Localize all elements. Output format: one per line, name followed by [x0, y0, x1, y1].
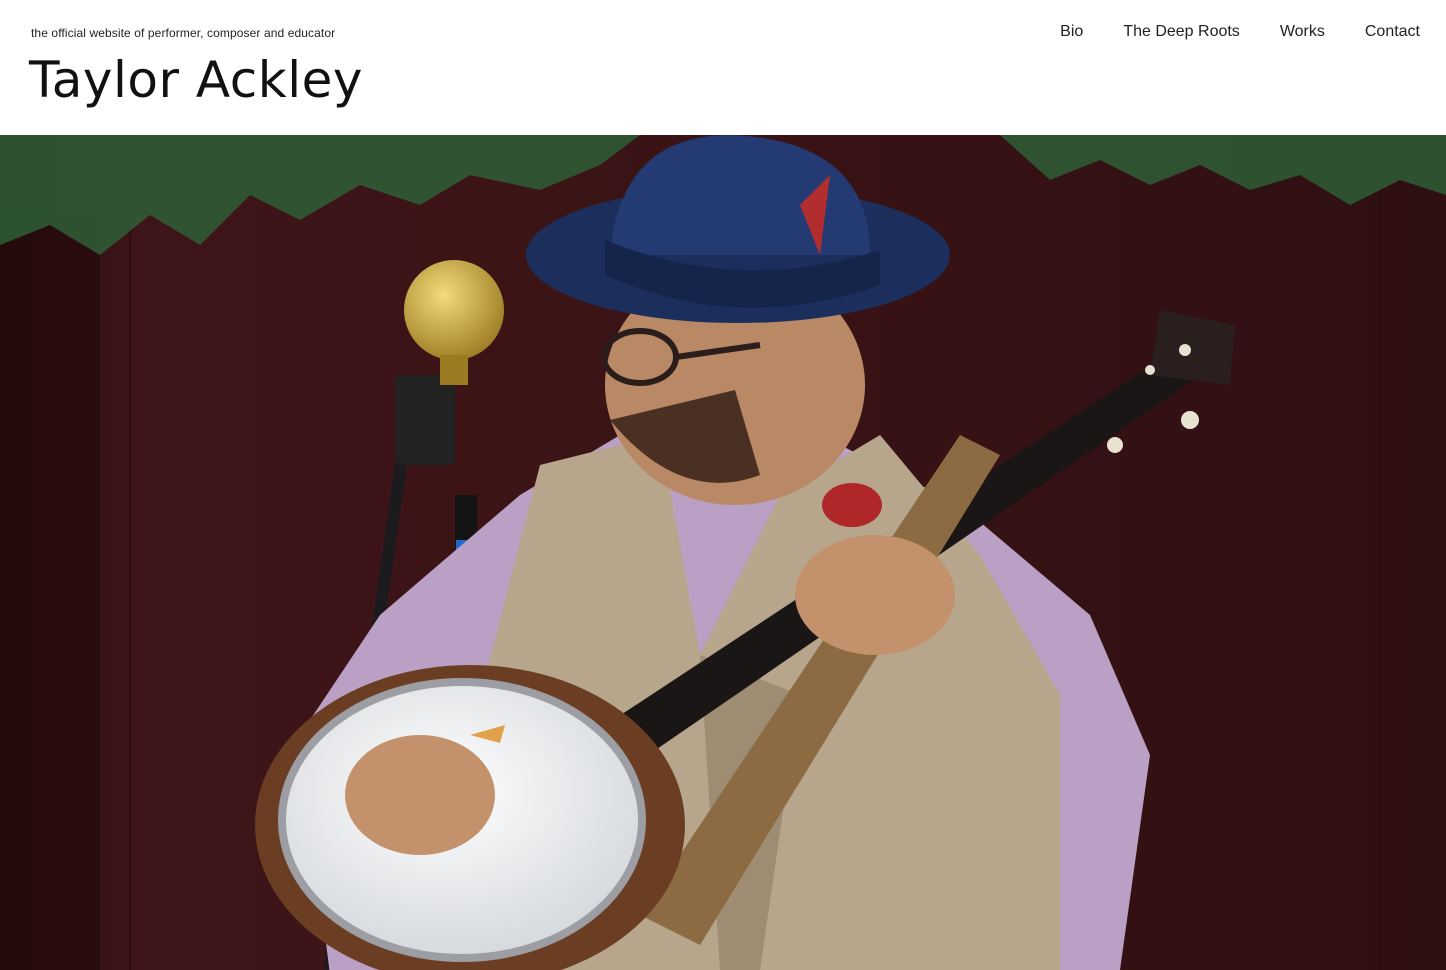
hero-image [0, 135, 1446, 970]
nav-item-bio[interactable]: Bio [1060, 22, 1083, 42]
nav-item-works[interactable]: Works [1280, 22, 1325, 42]
site-tagline: the official website of performer, compo… [31, 26, 336, 40]
main-nav: Bio The Deep Roots Works Contact [1060, 22, 1420, 42]
site-title[interactable]: Taylor Ackley [29, 50, 363, 110]
nav-item-contact[interactable]: Contact [1365, 22, 1420, 42]
site-header: the official website of performer, compo… [0, 0, 1446, 135]
banjo-performer-photo [0, 135, 1446, 970]
nav-item-the-deep-roots[interactable]: The Deep Roots [1123, 22, 1240, 42]
